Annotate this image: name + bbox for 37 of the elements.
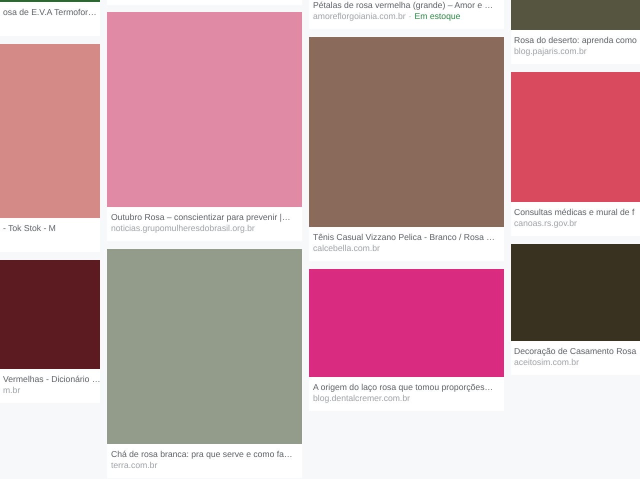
- result-card[interactable]: Tênis Casual Vizzano Pelica - Branco / Rosa … calcebella.com.br: [309, 37, 504, 261]
- source-domain: blog.pajaris.com.br: [514, 46, 587, 57]
- result-card[interactable]: Decoração de Casamento Rosa aceitosim.com.br: [511, 244, 640, 375]
- result-title: Rosa do deserto: aprenda como: [514, 35, 638, 46]
- result-card[interactable]: Rosa do deserto: aprenda como blog.pajaris.com.br: [511, 0, 640, 64]
- result-card[interactable]: - Tok Stok - M: [0, 44, 100, 252]
- image-swatch[interactable]: [309, 269, 504, 377]
- result-title: Vermelhas - Dicionário …: [3, 374, 100, 385]
- result-title: Outubro Rosa – conscientizar para prevenir |…: [111, 212, 292, 223]
- result-title: Tênis Casual Vizzano Pelica - Branco / Rosa …: [313, 232, 496, 243]
- source-domain: canoas.rs.gov.br: [514, 218, 577, 229]
- result-title: Chá de rosa branca: pra que serve e como fa…: [111, 449, 294, 460]
- result-card[interactable]: Chá de rosa branca: pra que serve e como fa… terra.com.br: [107, 249, 302, 478]
- result-card[interactable]: Pétalas de rosa vermelha (grande) – Amor e … amoreflorgoiania.com.br · Em estoque: [309, 0, 504, 29]
- result-title: A origem do laço rosa que tomou proporções…: [313, 382, 494, 393]
- result-card[interactable]: osa de E.V.A Termofor…: [0, 0, 100, 36]
- result-title: Pétalas de rosa vermelha (grande) – Amor e …: [313, 0, 494, 11]
- separator-dot: ·: [408, 11, 412, 22]
- image-swatch[interactable]: [309, 37, 504, 227]
- stock-label: Em estoque: [414, 11, 460, 22]
- source-domain: m.br: [3, 385, 20, 396]
- result-title: - Tok Stok - M: [3, 223, 57, 234]
- source-domain: amoreflorgoiania.com.br: [313, 11, 406, 22]
- result-card[interactable]: Vermelhas - Dicionário … m.br: [0, 260, 100, 403]
- result-title: Consultas médicas e mural de f: [514, 207, 636, 218]
- result-title: osa de E.V.A Termofor…: [3, 7, 98, 18]
- source-domain: aceitosim.com.br: [514, 357, 579, 368]
- result-card[interactable]: Consultas médicas e mural de f canoas.rs.gov.br: [511, 72, 640, 236]
- source-domain: terra.com.br: [111, 460, 158, 471]
- source-domain: blog.dentalcremer.com.br: [313, 393, 410, 404]
- result-title: Decoração de Casamento Rosa: [514, 346, 638, 357]
- image-swatch[interactable]: [0, 44, 100, 218]
- result-card[interactable]: A origem do laço rosa que tomou proporções… blog.dentalcremer.com.br: [309, 269, 504, 411]
- image-swatch[interactable]: [0, 260, 100, 369]
- source-domain: noticias.grupomulheresdobrasil.org.br: [111, 223, 255, 234]
- source-domain: calcebella.com.br: [313, 243, 380, 254]
- result-card[interactable]: Outubro Rosa – conscientizar para prevenir |… noticias.grupomulheresdobrasil.org.br: [107, 12, 302, 241]
